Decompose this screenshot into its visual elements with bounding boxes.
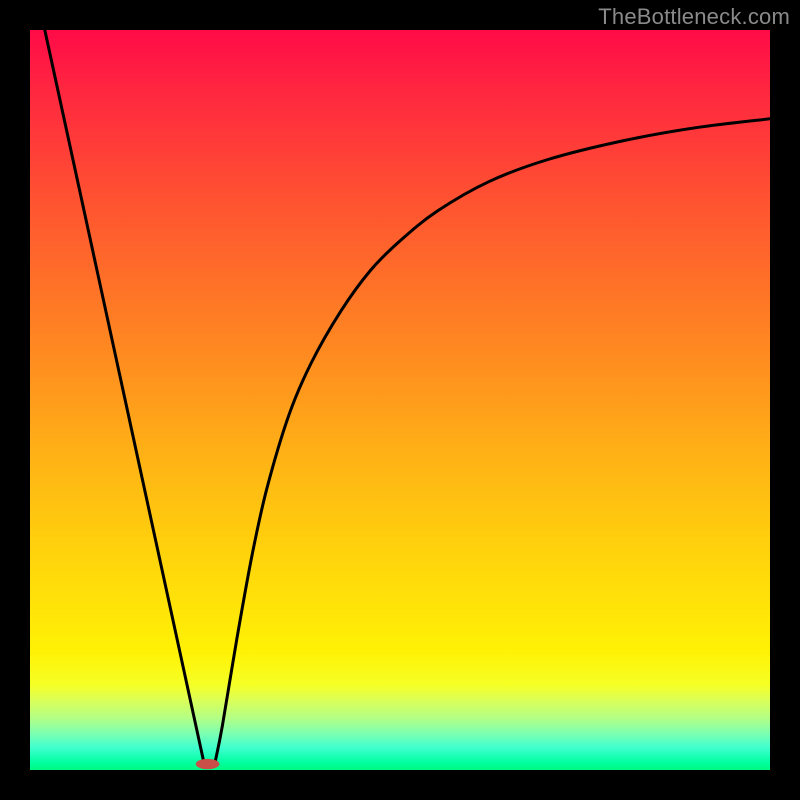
watermark-text: TheBottleneck.com [598, 4, 790, 30]
minimum-marker [196, 759, 220, 769]
plot-area [30, 30, 770, 770]
curve-layer [30, 30, 770, 770]
curve-left-branch [45, 30, 204, 763]
curve-right-branch [215, 119, 770, 763]
chart-frame: TheBottleneck.com [0, 0, 800, 800]
